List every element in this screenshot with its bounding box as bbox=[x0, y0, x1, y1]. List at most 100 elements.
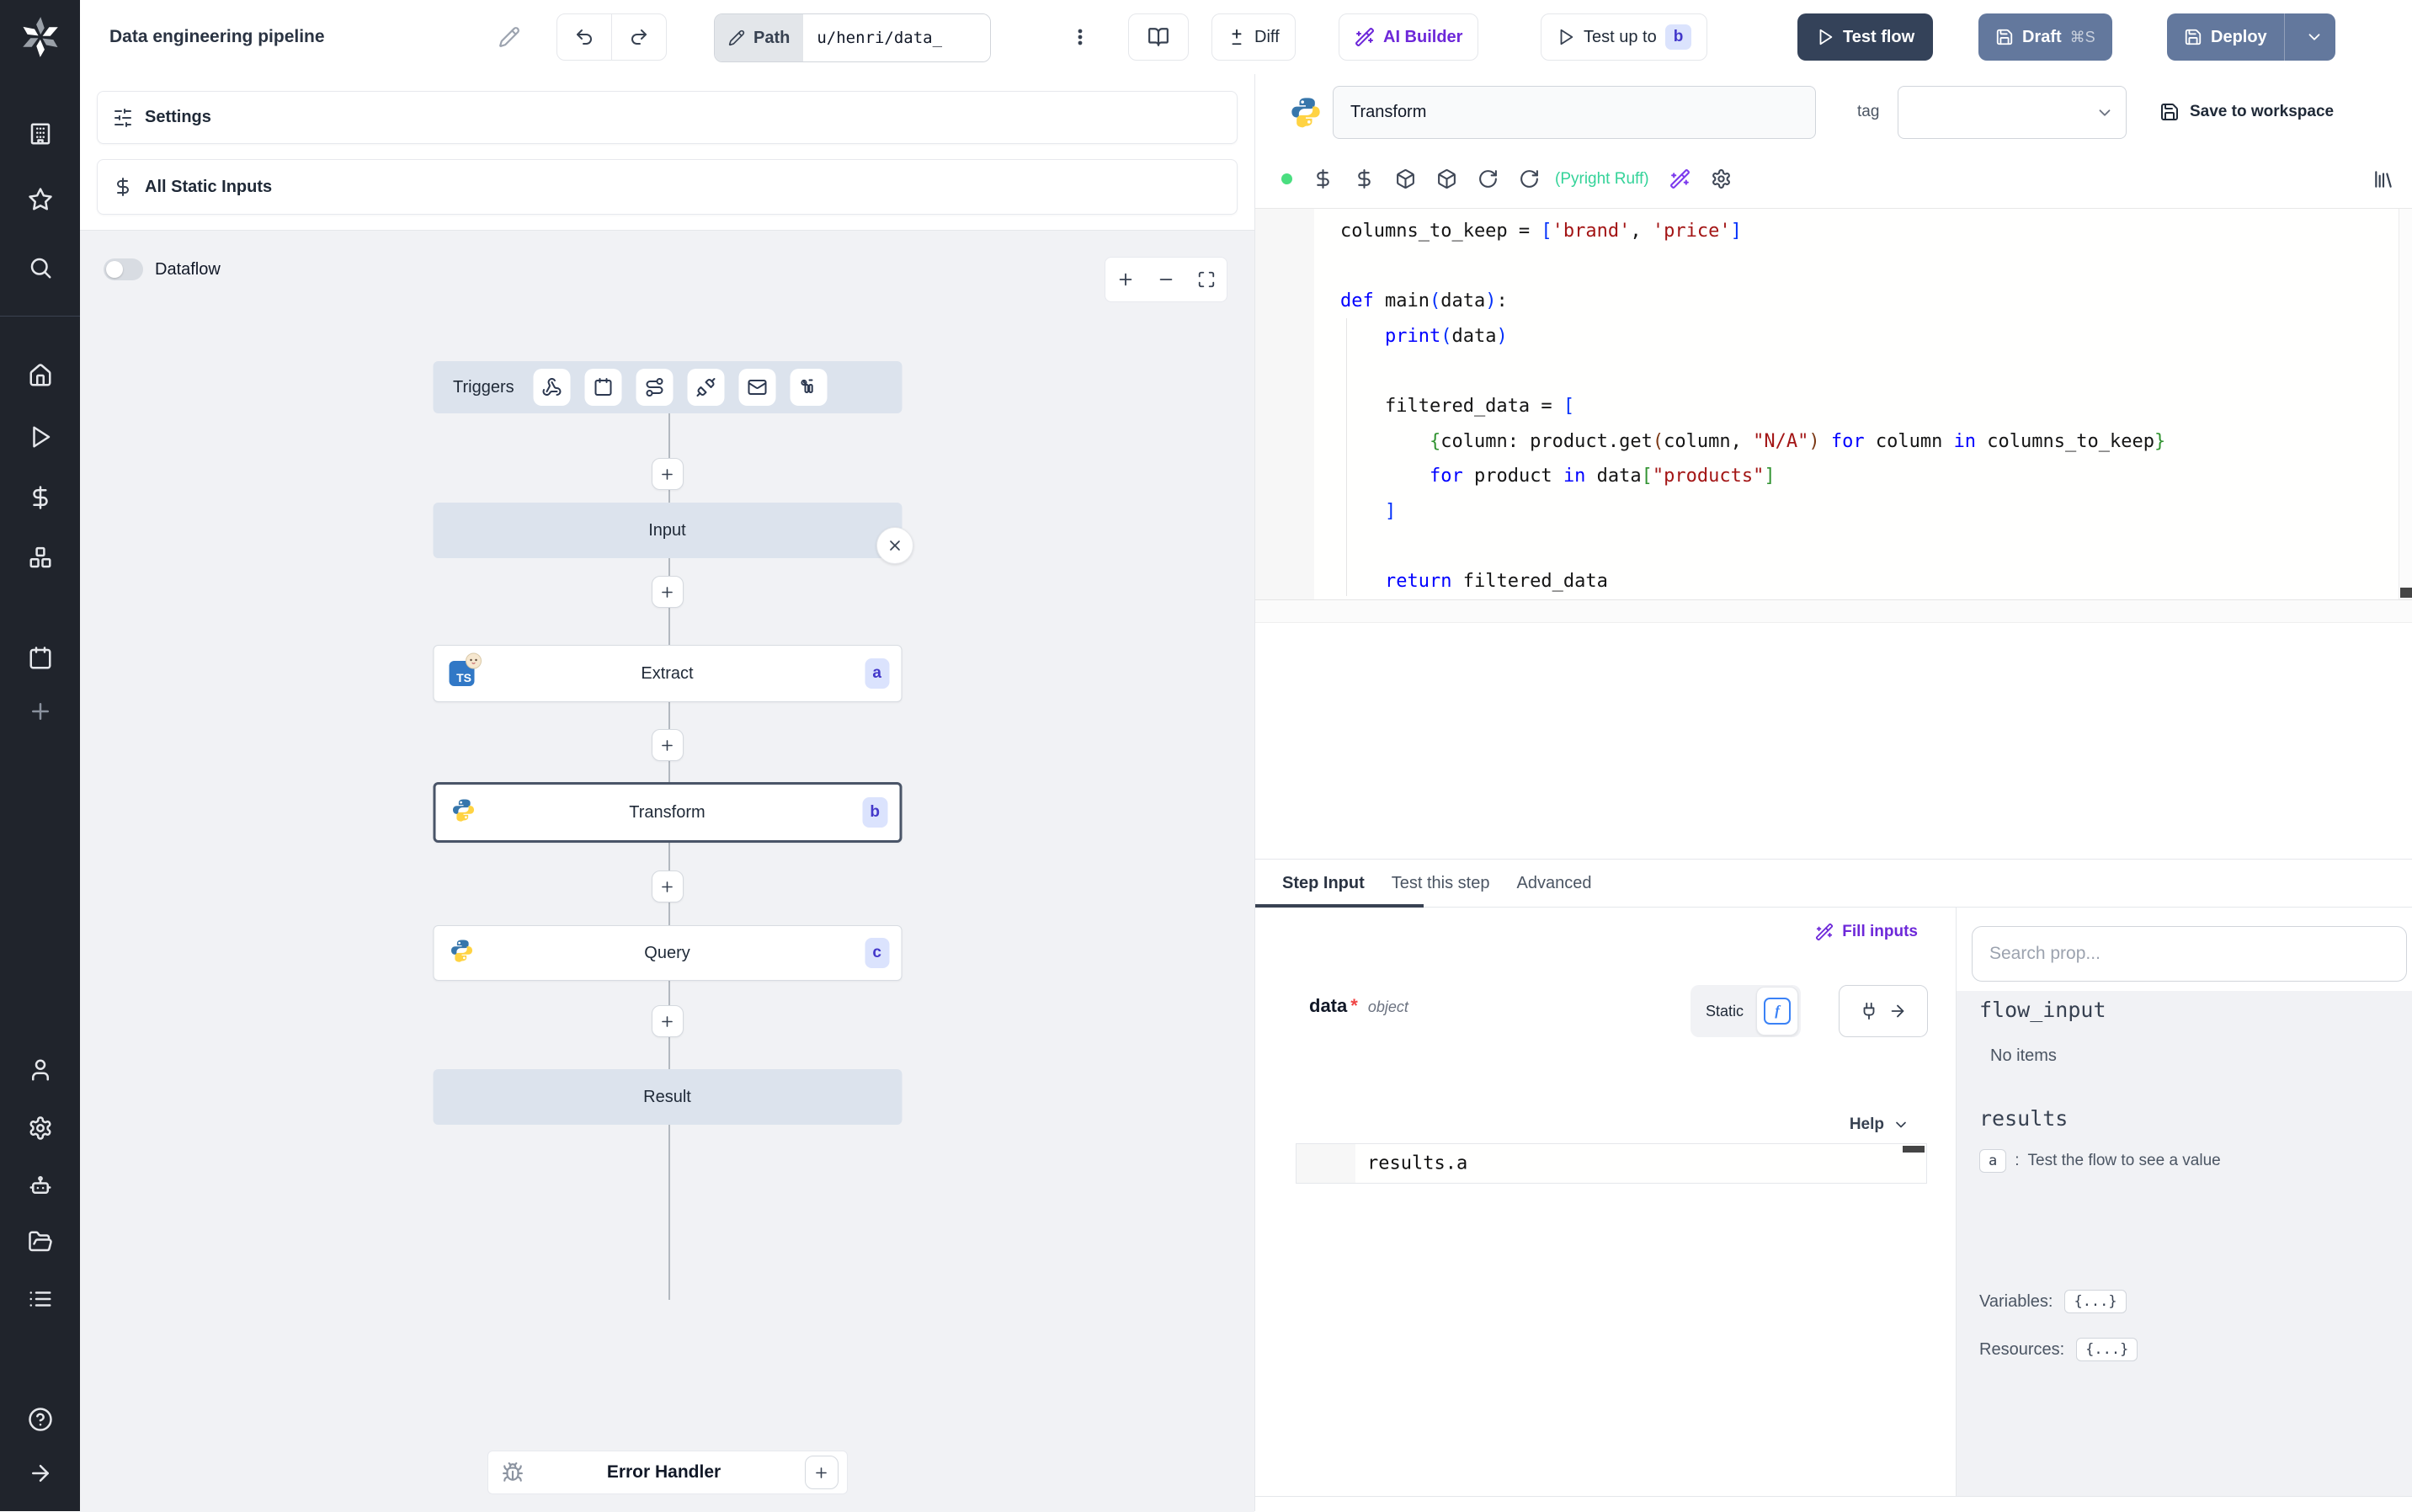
search-prop-input[interactable] bbox=[1972, 926, 2407, 982]
scrollbar-thumb[interactable] bbox=[2400, 588, 2412, 598]
fit-view-button[interactable] bbox=[1186, 258, 1227, 301]
all-static-inputs-label: All Static Inputs bbox=[145, 177, 273, 196]
deselect-step-close-icon[interactable] bbox=[876, 527, 913, 564]
test-up-to-button[interactable]: Test up to b bbox=[1541, 13, 1708, 61]
search-icon[interactable] bbox=[28, 255, 53, 280]
all-static-inputs-card[interactable]: All Static Inputs bbox=[97, 159, 1238, 215]
deploy-dropdown-chevron-icon[interactable] bbox=[2293, 28, 2335, 46]
favorites-star-icon[interactable] bbox=[28, 187, 53, 212]
add-step-button[interactable] bbox=[651, 458, 684, 490]
draft-button[interactable]: Draft ⌘S bbox=[1978, 13, 2112, 61]
tab-step-input[interactable]: Step Input bbox=[1282, 860, 1365, 907]
settings-gear-icon[interactable] bbox=[28, 1115, 53, 1141]
minimap bbox=[2399, 209, 2412, 600]
add-error-handler-button[interactable] bbox=[804, 1456, 839, 1489]
save-to-workspace-button[interactable]: Save to workspace bbox=[2159, 74, 2334, 150]
home-icon[interactable] bbox=[28, 363, 53, 388]
javascript-expression-toggle[interactable]: f bbox=[1756, 987, 1799, 1036]
result-node[interactable]: Result bbox=[433, 1069, 902, 1125]
add-step-button[interactable] bbox=[651, 729, 684, 761]
code-gutter bbox=[1255, 209, 1314, 600]
path-group[interactable]: Path u/henri/data_ bbox=[714, 13, 992, 62]
package-icon[interactable] bbox=[1436, 168, 1457, 189]
schedule-trigger-icon[interactable] bbox=[584, 369, 622, 406]
resources-object-chip[interactable]: {...} bbox=[2076, 1338, 2138, 1361]
code-editor[interactable]: columns_to_keep = ['brand', 'price'] def… bbox=[1255, 208, 2412, 600]
redo-button[interactable] bbox=[612, 14, 666, 60]
ai-builder-button[interactable]: AI Builder bbox=[1339, 13, 1479, 61]
editor-settings-gear-icon[interactable] bbox=[1711, 168, 1732, 189]
tab-advanced[interactable]: Advanced bbox=[1516, 860, 1591, 907]
tab-test-this-step[interactable]: Test this step bbox=[1392, 860, 1490, 907]
input-node[interactable]: Input bbox=[433, 503, 902, 558]
bottom-strip bbox=[1255, 1496, 2412, 1512]
step-node-extract[interactable]: TS Extract a bbox=[433, 645, 902, 702]
poll-trigger-icon[interactable] bbox=[790, 369, 828, 406]
add-plus-icon[interactable] bbox=[28, 699, 53, 724]
resources-boxes-icon[interactable] bbox=[28, 546, 53, 571]
test-flow-button[interactable]: Test flow bbox=[1797, 13, 1934, 61]
static-javascript-toggle[interactable]: Static f bbox=[1691, 985, 1802, 1037]
transform-step-badge: b bbox=[862, 797, 887, 828]
user-icon[interactable] bbox=[28, 1057, 53, 1083]
fill-inputs-button[interactable]: Fill inputs bbox=[1815, 923, 1918, 941]
step-node-query[interactable]: Query c bbox=[433, 925, 902, 981]
diff-button[interactable]: Diff bbox=[1211, 13, 1296, 61]
zoom-out-button[interactable] bbox=[1146, 258, 1186, 301]
runs-play-icon[interactable] bbox=[28, 424, 53, 450]
play-icon bbox=[1819, 29, 1833, 45]
test-up-to-step-badge[interactable]: b bbox=[1664, 24, 1692, 50]
variable-picker-dollar-icon[interactable] bbox=[1312, 168, 1334, 189]
path-label-segment[interactable]: Path bbox=[715, 14, 804, 61]
zoom-in-button[interactable] bbox=[1105, 258, 1146, 301]
wand-sparkles-icon bbox=[1355, 28, 1374, 46]
add-step-button[interactable] bbox=[651, 870, 684, 902]
folder-icon[interactable] bbox=[28, 1229, 53, 1254]
flow-input-section-label[interactable]: flow_input bbox=[1979, 998, 2106, 1022]
websocket-trigger-icon[interactable] bbox=[687, 369, 725, 406]
flow-canvas[interactable]: Dataflow Triggers Input TS Extract a Tra… bbox=[80, 230, 1254, 1512]
reload-icon[interactable] bbox=[1519, 168, 1540, 189]
edit-title-pencil-icon[interactable] bbox=[498, 26, 520, 48]
flow-settings-card[interactable]: Settings bbox=[97, 91, 1238, 144]
webhook-trigger-icon[interactable] bbox=[533, 369, 571, 406]
path-value[interactable]: u/henri/data_ bbox=[803, 14, 991, 61]
bot-icon[interactable] bbox=[28, 1173, 53, 1198]
reload-icon[interactable] bbox=[1478, 168, 1499, 189]
dataflow-toggle[interactable] bbox=[104, 258, 143, 280]
deploy-button[interactable]: Deploy bbox=[2167, 13, 2335, 61]
undo-button[interactable] bbox=[557, 14, 611, 60]
variables-dollar-icon[interactable] bbox=[28, 485, 53, 510]
code-lines[interactable]: columns_to_keep = ['brand', 'price'] def… bbox=[1340, 214, 2165, 599]
email-trigger-icon[interactable] bbox=[738, 369, 776, 406]
expression-value[interactable]: results.a bbox=[1367, 1153, 1467, 1174]
library-icon[interactable] bbox=[2372, 150, 2394, 208]
expand-sidebar-arrow-icon[interactable] bbox=[28, 1461, 53, 1486]
docs-book-icon[interactable] bbox=[1128, 13, 1189, 61]
more-kebab-icon[interactable] bbox=[1063, 13, 1097, 61]
chevron-down-icon bbox=[1896, 1121, 1906, 1128]
workspace-icon[interactable] bbox=[28, 121, 53, 146]
add-step-button[interactable] bbox=[651, 1005, 684, 1037]
add-step-button[interactable] bbox=[651, 576, 684, 608]
help-icon[interactable] bbox=[28, 1407, 53, 1432]
triggers-node[interactable]: Triggers bbox=[433, 361, 902, 413]
step-node-transform-selected[interactable]: Transform b bbox=[433, 782, 902, 843]
step-name-input[interactable] bbox=[1333, 86, 1816, 139]
list-icon[interactable] bbox=[28, 1286, 53, 1312]
package-icon[interactable] bbox=[1395, 168, 1416, 189]
expression-editor[interactable]: results.a bbox=[1296, 1143, 1927, 1184]
help-toggle[interactable]: Help bbox=[1850, 1115, 1909, 1134]
error-handler-node[interactable]: Error Handler bbox=[487, 1451, 848, 1494]
connect-input-buttons[interactable] bbox=[1839, 985, 1928, 1037]
save-icon bbox=[1996, 29, 2013, 45]
resource-picker-dollar-icon[interactable] bbox=[1354, 168, 1375, 189]
result-key-chip[interactable]: a bbox=[1979, 1149, 2007, 1173]
variables-object-chip[interactable]: {...} bbox=[2064, 1290, 2127, 1313]
schedules-calendar-icon[interactable] bbox=[28, 646, 53, 671]
ai-wand-icon[interactable] bbox=[1669, 168, 1691, 189]
route-trigger-icon[interactable] bbox=[636, 369, 674, 406]
tag-select[interactable] bbox=[1898, 86, 2127, 139]
results-section-label[interactable]: results bbox=[1979, 1106, 2068, 1131]
windmill-logo[interactable] bbox=[19, 15, 62, 59]
